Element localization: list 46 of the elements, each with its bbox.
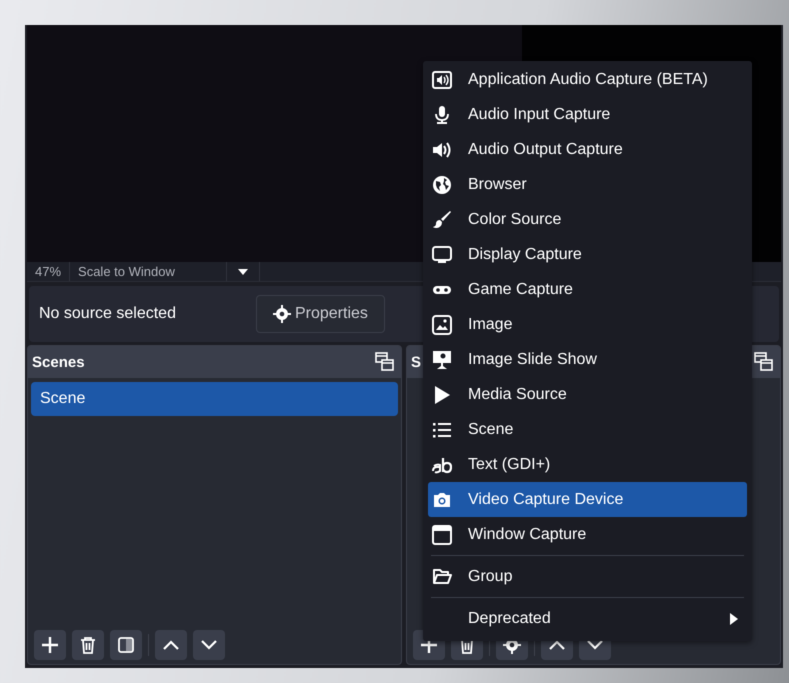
plus-icon: [41, 636, 59, 654]
dock-title: Scenes: [32, 354, 85, 370]
monitor-icon: [432, 244, 452, 264]
scene-item[interactable]: Scene: [31, 382, 398, 416]
image-icon: [432, 314, 452, 334]
filter-icon: [117, 636, 135, 654]
menu-item[interactable]: Image Slide Show: [428, 342, 747, 377]
menu-item[interactable]: Audio Output Capture: [428, 132, 747, 167]
submenu-item[interactable]: Deprecated: [428, 601, 747, 637]
filters-button[interactable]: [110, 630, 142, 660]
trash-icon: [79, 636, 97, 654]
microphone-icon: [432, 104, 452, 124]
menu-item[interactable]: Browser: [428, 167, 747, 202]
scale-mode-select[interactable]: Scale to Window: [70, 262, 228, 281]
menu-item[interactable]: Group: [428, 559, 747, 594]
play-icon: [432, 384, 452, 404]
move-down-button[interactable]: [193, 630, 225, 660]
dock-title: S: [411, 354, 422, 370]
add-button[interactable]: [34, 630, 66, 660]
window-icon: [432, 524, 452, 544]
zoom-level: 47%: [27, 262, 70, 281]
brush-icon: [432, 210, 452, 230]
remove-button[interactable]: [72, 630, 104, 660]
menu-item[interactable]: Application Audio Capture (BETA): [428, 62, 747, 97]
speaker-icon: [432, 140, 452, 160]
status-text: No source selected: [39, 305, 176, 323]
undock-icon: [754, 352, 774, 372]
menu-item[interactable]: Color Source: [428, 202, 747, 237]
menu-item[interactable]: Display Capture: [428, 237, 747, 272]
menu-item[interactable]: Audio Input Capture: [428, 97, 747, 132]
menu-item[interactable]: Scene: [428, 412, 747, 447]
properties-button[interactable]: Properties: [256, 295, 385, 333]
submenu-arrow-icon: [729, 612, 739, 626]
speaker-window-icon: [432, 70, 452, 90]
globe-icon: [432, 174, 452, 194]
menu-item[interactable]: Image: [428, 307, 747, 342]
projector-icon: [432, 350, 452, 370]
menu-item[interactable]: Text (GDI+): [428, 447, 747, 482]
undock-icon: [375, 352, 395, 372]
move-up-button[interactable]: [155, 630, 187, 660]
caret-icon: [237, 268, 250, 276]
menu-item[interactable]: Video Capture Device: [428, 482, 747, 517]
menu-item[interactable]: Window Capture: [428, 517, 747, 552]
folder-icon: [432, 566, 452, 586]
menu-item[interactable]: Media Source: [428, 377, 747, 412]
menu-item[interactable]: Game Capture: [428, 272, 747, 307]
